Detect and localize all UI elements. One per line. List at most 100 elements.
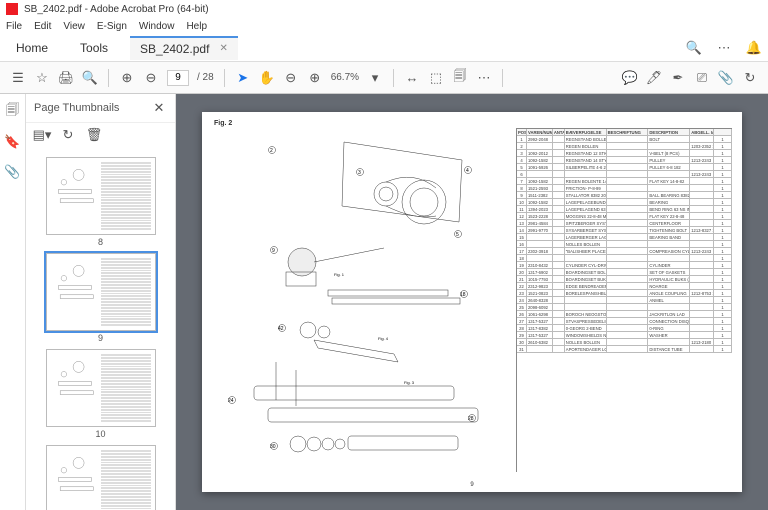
parts-table: POSVAREN/NUMMERANTALBÆVERFUGELSEBESCHRIF… [516,128,732,472]
zoom-out-icon[interactable]: ⊖ [283,70,299,86]
chevron-down-icon[interactable]: ▾ [367,70,383,86]
table-row: 101092-1582LAGEPELAGEBUNDE LAGEPENBUNDBE… [517,199,732,206]
hand-icon[interactable]: ✋ [259,70,275,86]
measure-icon[interactable]: ↻ [742,70,758,86]
overflow-icon[interactable]: ⋯ [716,40,732,56]
table-row: 15LAGERBERGER LAGBERGERBEARING BAND1 [517,234,732,241]
comment-icon[interactable]: 💬 [622,70,638,86]
table-row: 2REGEN BOLLEN1203-2352 1203-2352 1203-23… [517,143,732,150]
table-header: VAREN/NUMMER [527,129,553,135]
print-icon[interactable]: 🖨 [58,70,74,86]
figure-label: Fig. 2 [214,120,232,127]
thumbnails-rail-icon[interactable]: 🗐 [5,104,21,120]
star-icon[interactable]: ☆ [34,70,50,86]
document-page: Fig. 2 [202,112,742,492]
sidebar-toggle-icon[interactable]: ☰ [10,70,26,86]
page-total: / 28 [197,72,214,83]
exploded-diagram: 2 3 4 5 9 Fig. 1 18 42 Fig. 4 24 Fig. 3 … [214,130,504,470]
pointer-icon[interactable]: ➤ [235,70,251,86]
table-row: 16NOLLES BOLLEN1 [517,241,732,248]
close-pane-icon[interactable]: ✕ [151,100,167,116]
menu-window[interactable]: Window [139,21,175,32]
app-logo [6,3,18,15]
table-row: 271317-5327STVASPRESSEDELING STROKSTELLD… [517,318,732,325]
svg-text:3: 3 [358,170,361,176]
menu-help[interactable]: Help [186,21,207,32]
table-header [714,129,732,135]
sign-icon[interactable]: ✒ [670,70,686,86]
svg-text:9: 9 [272,248,275,254]
zoom-level[interactable]: 66.7% [331,72,359,83]
table-row: 222312-9823EDGE BENDREADERSNOARGE1 [517,283,732,290]
table-row: 201317-6902BOARDINGSET BOLESETSET OF GAS… [517,269,732,276]
table-row: 91511-2382STALLATOR 8382 201 LADBERGER 9… [517,192,732,199]
search-icon[interactable]: 🔍 [82,70,98,86]
menu-bar: File Edit View E-Sign Window Help [0,18,768,34]
svg-text:4: 4 [466,168,469,174]
attachments-rail-icon[interactable]: 📎 [5,164,21,180]
svg-text:24: 24 [228,398,234,404]
thumbnail-page-8[interactable]: 8 [26,157,175,247]
table-row: 181 [517,255,732,262]
svg-text:28: 28 [468,416,474,422]
fit-width-icon[interactable]: ↔ [404,70,420,86]
table-row: 132981-4584SPITZBERGER SYSTBERGERCENTERF… [517,220,732,227]
page-number: 9 [470,482,473,488]
more-tools-icon[interactable]: ⋯ [476,70,492,86]
table-header: POS [517,129,527,135]
svg-text:5: 5 [456,232,459,238]
table-row: 242640-8328ANMEL1 [517,297,732,304]
table-row: 261061-6298BOROCH NEOGSTONDEPANELINE BES… [517,311,732,318]
thumb-options-icon[interactable]: ▤▾ [34,127,50,143]
table-row: 281317-83820-GEORG 2-BEND0-RING1 [517,325,732,332]
read-mode-icon[interactable]: 🗐 [452,70,468,86]
table-row: 31092-2012REGNSTAND 12 STK.LV-BELT (8 PC… [517,150,732,157]
table-row: 81521-2593FRICTION- P-8-991 [517,185,732,192]
thumb-rotate-icon[interactable]: ↻ [60,127,76,143]
svg-text:Fig. 4: Fig. 4 [378,336,389,341]
svg-text:30: 30 [270,444,276,450]
table-row: 61213-22431 [517,171,732,178]
table-row: 31APORTENDAGER LOCPRANCISCODISTANCE TUBE… [517,346,732,353]
zoom-in-icon[interactable]: ⊕ [307,70,323,86]
window-title: SB_2402.pdf - Adobe Acrobat Pro (64-bit) [24,4,209,15]
stamp-icon[interactable]: ⎚ [694,70,710,86]
thumbnail-label: 8 [26,237,175,247]
page-down-icon[interactable]: ⊖ [143,70,159,86]
bookmarks-rail-icon[interactable]: 🔖 [5,134,21,150]
tab-document[interactable]: SB_2402.pdf ✕ [130,36,238,60]
thumbnail-page-9[interactable]: 9 [26,253,175,343]
highlight-icon[interactable]: 🖊 [646,70,662,86]
bell-icon[interactable]: 🔔 [746,40,762,56]
fit-page-icon[interactable]: ⬚ [428,70,444,86]
thumbnail-page-11[interactable]: 11 [26,445,175,510]
table-row: 51091-5926SILBERPELITE 4-6 202 DECALCOMA… [517,164,732,171]
page-up-icon[interactable]: ⊕ [119,70,135,86]
tab-home[interactable]: Home [6,37,58,59]
svg-text:42: 42 [278,326,284,332]
thumbnail-page-10[interactable]: 10 [26,349,175,439]
table-row: 252098-60921 [517,304,732,311]
svg-text:Fig. 1: Fig. 1 [334,272,345,277]
close-icon[interactable]: ✕ [219,43,227,54]
thumb-delete-icon[interactable]: 🗑 [86,127,102,143]
menu-file[interactable]: File [6,21,22,32]
menu-view[interactable]: View [63,21,85,32]
svg-text:18: 18 [460,292,466,298]
tab-document-label: SB_2402.pdf [140,42,209,56]
table-row: 142991-9770SYSARBERGET SYSARBERGETTIGHTE… [517,227,732,234]
tab-tools[interactable]: Tools [70,37,118,59]
table-row: 12992-2048REGNSTAND BOLLENBOLT1 [517,136,732,143]
table-row: 121523-2228MOGGINS 22-8-48 MICHODOENS 22… [517,213,732,220]
table-row: 211015-7793BOARDINGSET BUKS (AIRC 023/05… [517,276,732,283]
menu-esign[interactable]: E-Sign [97,21,127,32]
attach-icon[interactable]: 📎 [718,70,734,86]
table-row: 192310-8432CYLINDER CYL-DRIVECYLINDER1 [517,262,732,269]
menu-edit[interactable]: Edit [34,21,51,32]
svg-text:2: 2 [270,148,273,154]
search-doc-icon[interactable]: 🔍 [686,40,702,56]
thumbnail-label: 9 [26,333,175,343]
table-row: 302610-6382NOLLES BOLLEN1213-21801 [517,339,732,346]
table-row: 111394-2023LAGEPELAGEND 63 NS OCTOBERGE … [517,206,732,213]
page-number-input[interactable] [167,70,189,86]
